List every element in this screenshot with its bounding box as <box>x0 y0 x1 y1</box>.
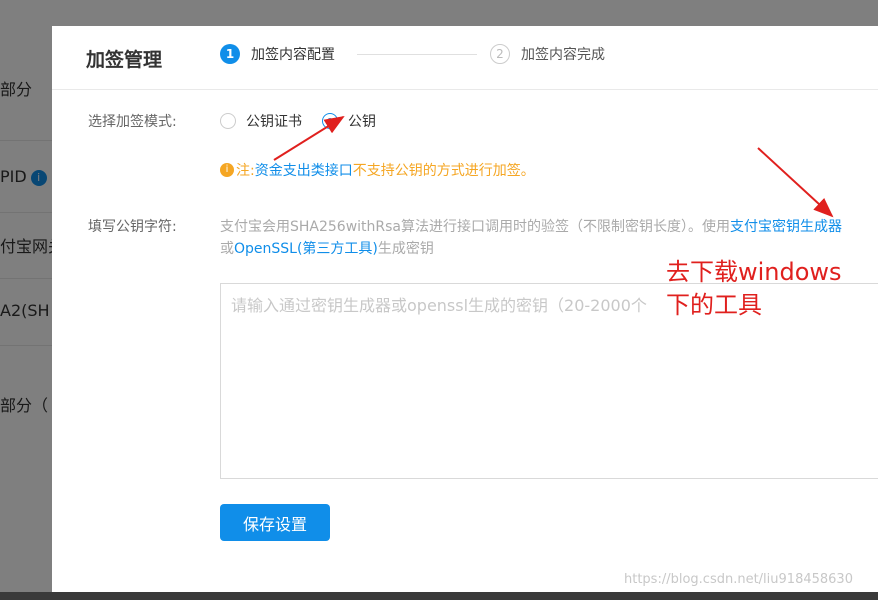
annotation-line-2: 下的工具 <box>666 291 762 319</box>
notice-prefix: 注: <box>236 163 255 179</box>
step-1-number: 1 <box>220 44 240 64</box>
modal-title: 加签管理 <box>86 49 163 71</box>
step-connector <box>357 54 477 55</box>
annotation-text: 去下载windows 下的工具 <box>666 256 842 322</box>
step-2-label: 加签内容完成 <box>521 47 605 63</box>
mode-radio-group: 公钥证书 公钥 <box>220 111 396 131</box>
fund-expense-api-link[interactable]: 资金支出类接口 <box>255 160 353 180</box>
radio-circle-unchecked[interactable] <box>220 113 236 129</box>
mode-label: 选择加签模式: <box>88 114 177 130</box>
step-2: 2 加签内容完成 <box>490 44 605 64</box>
radio-public-key-cert[interactable]: 公钥证书 <box>220 111 302 131</box>
radio-label-cert: 公钥证书 <box>246 114 302 130</box>
key-label: 填写公钥字符: <box>88 219 177 235</box>
key-description-line-2: 或OpenSSL(第三方工具)生成密钥 <box>220 238 434 258</box>
radio-public-key[interactable]: 公钥 <box>322 111 376 131</box>
step-2-number: 2 <box>490 44 510 64</box>
key-generator-link[interactable]: 支付宝密钥生成器 <box>730 219 842 235</box>
notice: i 注: 资金支出类接口 不支持公钥的方式进行加签。 <box>220 160 535 180</box>
key-description-line-1: 支付宝会用SHA256withRsa算法进行接口调用时的验签（不限制密钥长度）。… <box>220 216 842 236</box>
step-1-label: 加签内容配置 <box>251 47 335 63</box>
openssl-link[interactable]: OpenSSL(第三方工具) <box>234 241 378 257</box>
desc-text-2-prefix: 或 <box>220 241 234 257</box>
notice-suffix: 不支持公钥的方式进行加签。 <box>352 163 535 179</box>
desc-text-1: 支付宝会用SHA256withRsa算法进行接口调用时的验签（不限制密钥长度）。… <box>220 219 731 235</box>
step-1: 1 加签内容配置 <box>220 44 335 64</box>
radio-label-public-key: 公钥 <box>348 114 376 130</box>
save-settings-button[interactable]: 保存设置 <box>220 504 330 541</box>
bottom-bar <box>0 592 878 600</box>
radio-circle-checked[interactable] <box>322 113 338 129</box>
annotation-line-1: 去下载windows <box>666 258 842 286</box>
desc-text-2-suffix: 生成密钥 <box>377 241 434 257</box>
watermark: https://blog.csdn.net/liu918458630 <box>624 572 853 587</box>
modal-header: 加签管理 1 加签内容配置 2 加签内容完成 <box>52 26 878 90</box>
warning-icon: i <box>220 163 234 177</box>
